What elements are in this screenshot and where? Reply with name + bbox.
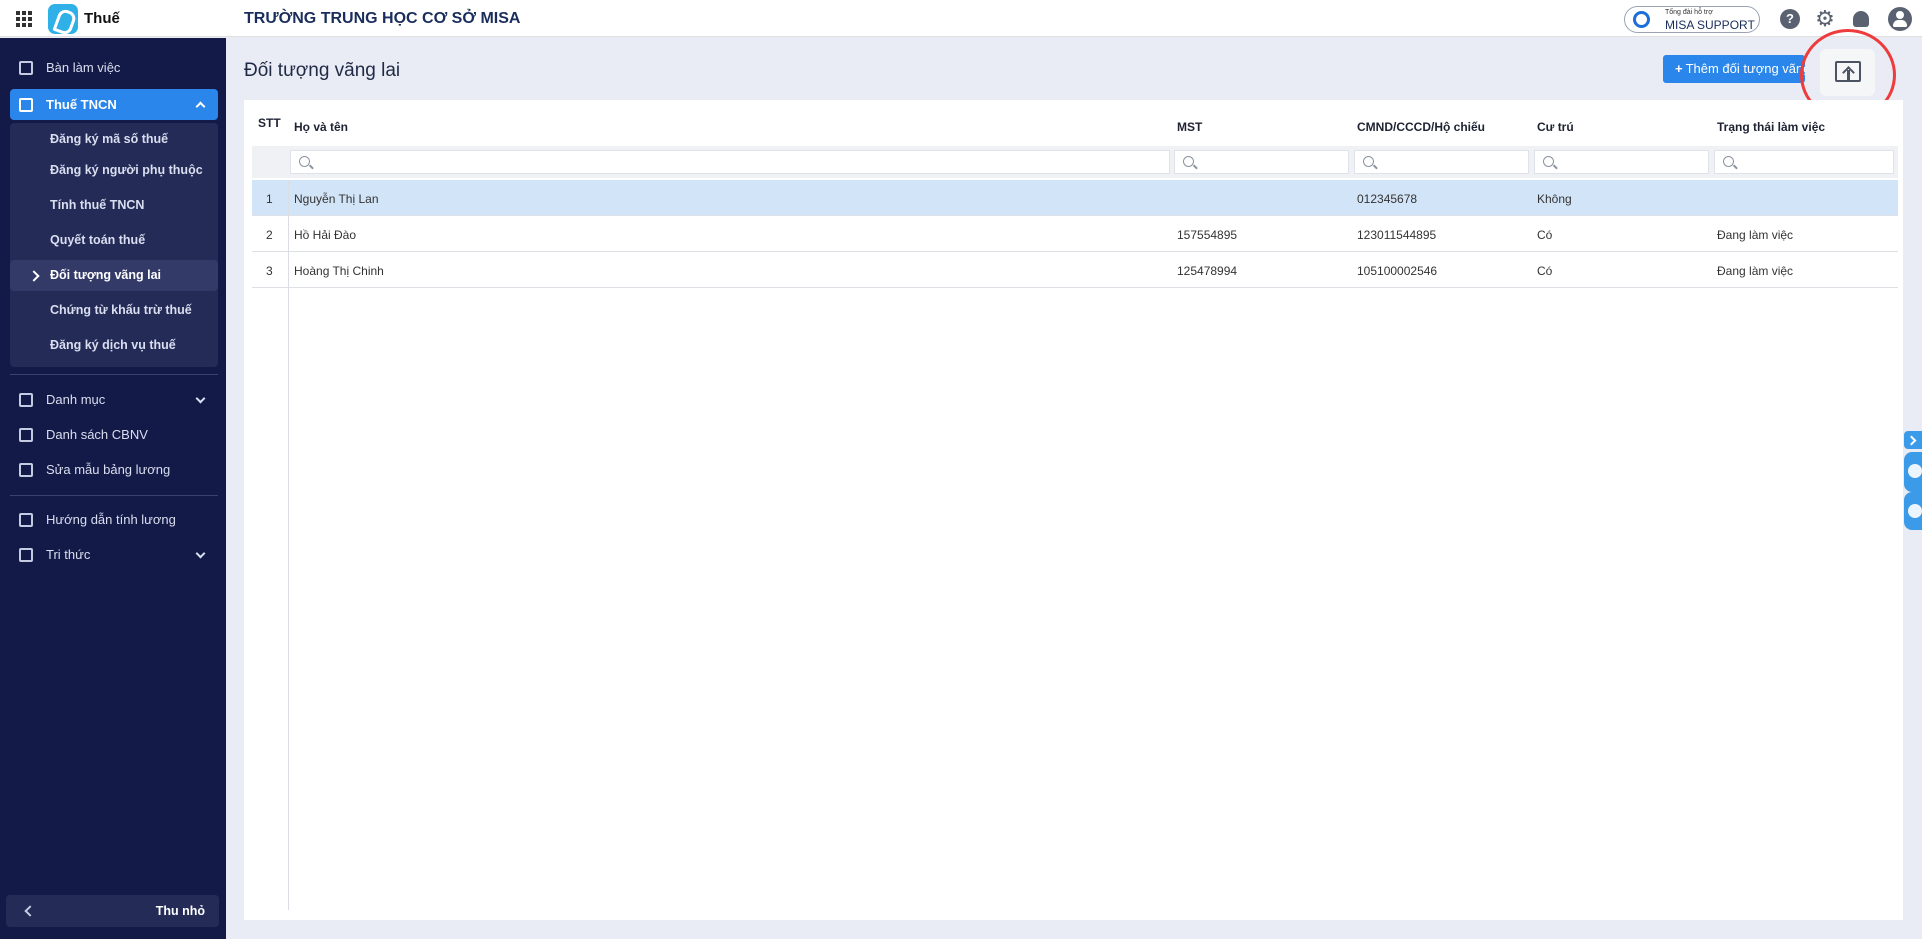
tax-icon (19, 97, 33, 112)
cell-stt: 2 (266, 228, 273, 242)
cell-work-status: Đang làm việc (1717, 264, 1794, 278)
plus-icon: + (1675, 61, 1683, 76)
column-header-name[interactable]: Họ và tên (294, 120, 348, 134)
cell-residence: Có (1537, 228, 1553, 242)
column-header-residence[interactable]: Cư trú (1537, 120, 1574, 134)
search-icon (1363, 156, 1374, 167)
collapse-sidebar-button[interactable]: Thu nhỏ (6, 895, 219, 927)
filter-residence-input[interactable] (1534, 150, 1709, 174)
chat-icon (1908, 464, 1922, 478)
chat-support-tab[interactable] (1904, 452, 1922, 492)
filter-name-input[interactable] (290, 150, 1170, 174)
feedback-tab[interactable] (1904, 492, 1922, 530)
table-row[interactable]: 2 Hồ Hải Đào 157554895 123011544895 Có Đ… (252, 216, 1898, 252)
feedback-star-icon (1908, 504, 1922, 518)
submenu-item-tax-finalization[interactable]: Quyết toán thuế (10, 225, 218, 256)
sidebar-divider (10, 495, 218, 496)
app-logo (48, 4, 78, 34)
data-grid: STT Họ và tên MST CMND/CCCD/Hộ chiếu Cư … (244, 100, 1903, 920)
cell-name: Nguyễn Thị Lan (294, 192, 379, 206)
chevron-left-icon (24, 905, 36, 917)
sidebar-item-payroll-guide[interactable]: Hướng dẫn tính lương (10, 504, 218, 535)
cell-id-number: 012345678 (1357, 192, 1418, 206)
support-label: MISA SUPPORT (1665, 18, 1755, 32)
sidebar: Bàn làm việc Thuế TNCN Đăng ký mã số thu… (0, 38, 226, 939)
sidebar-item-label: Danh mục (46, 392, 106, 407)
chevron-up-icon (195, 101, 206, 112)
misa-support-button[interactable]: Tổng đài hỗ trợ MISA SUPPORT (1624, 6, 1760, 33)
cell-work-status: Đang làm việc (1717, 228, 1794, 242)
chevron-down-icon (195, 393, 206, 404)
submenu-item-register-dependents[interactable]: Đăng ký người phụ thuộc (10, 155, 218, 186)
submenu-item-calculate-tax[interactable]: Tính thuế TNCN (10, 190, 218, 221)
search-icon (299, 156, 310, 167)
cell-name: Hồ Hải Đào (294, 228, 357, 242)
sidebar-item-label: Sửa mẫu bảng lương (46, 462, 171, 477)
sidebar-item-knowledge[interactable]: Tri thức (10, 539, 218, 570)
dashboard-icon (19, 60, 33, 75)
sidebar-item-label: Bàn làm việc (46, 60, 121, 75)
filter-mst-input[interactable] (1174, 150, 1349, 174)
employee-card-icon (19, 427, 33, 442)
user-icon[interactable] (1888, 7, 1912, 31)
cell-stt: 3 (266, 264, 273, 278)
guide-icon (19, 512, 33, 527)
chevron-down-icon (195, 548, 206, 559)
sidebar-item-edit-payroll-template[interactable]: Sửa mẫu bảng lương (10, 454, 218, 485)
table-row[interactable]: 3 Hoàng Thị Chinh 125478994 105100002546… (252, 252, 1898, 288)
collapse-label: Thu nhỏ (155, 904, 205, 918)
page-title: Đối tượng vãng lai (244, 60, 401, 81)
sidebar-item-workspace[interactable]: Bàn làm việc (10, 52, 218, 83)
sidebar-item-tax-tncn[interactable]: Thuế TNCN (10, 89, 218, 120)
filter-status-input[interactable] (1714, 150, 1894, 174)
submenu-item-casual-workers[interactable]: Đối tượng vãng lai (10, 260, 218, 291)
sidebar-divider (10, 374, 218, 375)
tax-submenu: Đăng ký mã số thuế Đăng ký người phụ thu… (10, 123, 218, 367)
apps-grid-icon[interactable] (16, 11, 32, 27)
app-name: Thuế (84, 10, 120, 27)
sidebar-item-employee-list[interactable]: Danh sách CBNV (10, 419, 218, 450)
document-settings-icon (19, 462, 33, 477)
filter-id-input[interactable] (1354, 150, 1529, 174)
search-icon (1723, 156, 1734, 167)
help-icon[interactable]: ? (1780, 9, 1800, 29)
bell-icon[interactable] (1853, 11, 1869, 27)
add-button-label: Thêm đối tượng vãng lai (1685, 61, 1805, 76)
column-header-stt[interactable]: STT (258, 116, 281, 130)
submenu-item-withholding-docs[interactable]: Chứng từ khấu trừ thuế (10, 295, 218, 326)
gear-icon[interactable]: ⚙ (1815, 8, 1835, 30)
organization-name: TRƯỜNG TRUNG HỌC CƠ SỞ MISA (244, 10, 521, 27)
cell-mst: 157554895 (1177, 228, 1238, 242)
cell-id-number: 123011544895 (1357, 228, 1437, 242)
cell-stt: 1 (266, 192, 273, 206)
knowledge-cube-icon (19, 547, 33, 562)
cell-residence: Có (1537, 264, 1553, 278)
add-casual-worker-button[interactable]: +Thêm đối tượng vãng lai (1663, 55, 1805, 83)
filter-row (252, 146, 1898, 178)
submenu-item-register-tax-code[interactable]: Đăng ký mã số thuế (10, 124, 218, 155)
cell-residence: Không (1537, 192, 1572, 206)
sidebar-item-label: Tri thức (46, 547, 91, 562)
sidebar-item-label: Thuế TNCN (46, 97, 117, 112)
sidebar-item-label: Danh sách CBNV (46, 427, 148, 442)
table-row[interactable]: 1 Nguyễn Thị Lan 012345678 Không (252, 180, 1898, 216)
sidebar-item-label: Hướng dẫn tính lương (46, 512, 176, 527)
column-header-mst[interactable]: MST (1177, 120, 1202, 134)
column-header-work-status[interactable]: Trạng thái làm việc (1717, 120, 1825, 134)
search-icon (1543, 156, 1554, 167)
top-bar: Thuế TRƯỜNG TRUNG HỌC CƠ SỞ MISA Tổng đà… (0, 0, 1922, 37)
support-headset-icon (1633, 11, 1650, 28)
cell-id-number: 105100002546 (1357, 264, 1438, 278)
submenu-item-register-tax-service[interactable]: Đăng ký dịch vụ thuế (10, 330, 218, 361)
cell-name: Hoàng Thị Chinh (294, 264, 384, 278)
sidebar-item-catalog[interactable]: Danh mục (10, 384, 218, 415)
expand-panel-tab[interactable] (1904, 431, 1922, 449)
column-header-id-number[interactable]: CMND/CCCD/Hộ chiếu (1357, 120, 1485, 134)
support-hotline-label: Tổng đài hỗ trợ (1665, 9, 1713, 16)
stt-column-divider (288, 180, 289, 910)
search-icon (1183, 156, 1194, 167)
cell-mst: 125478994 (1177, 264, 1238, 278)
list-icon (19, 392, 33, 407)
